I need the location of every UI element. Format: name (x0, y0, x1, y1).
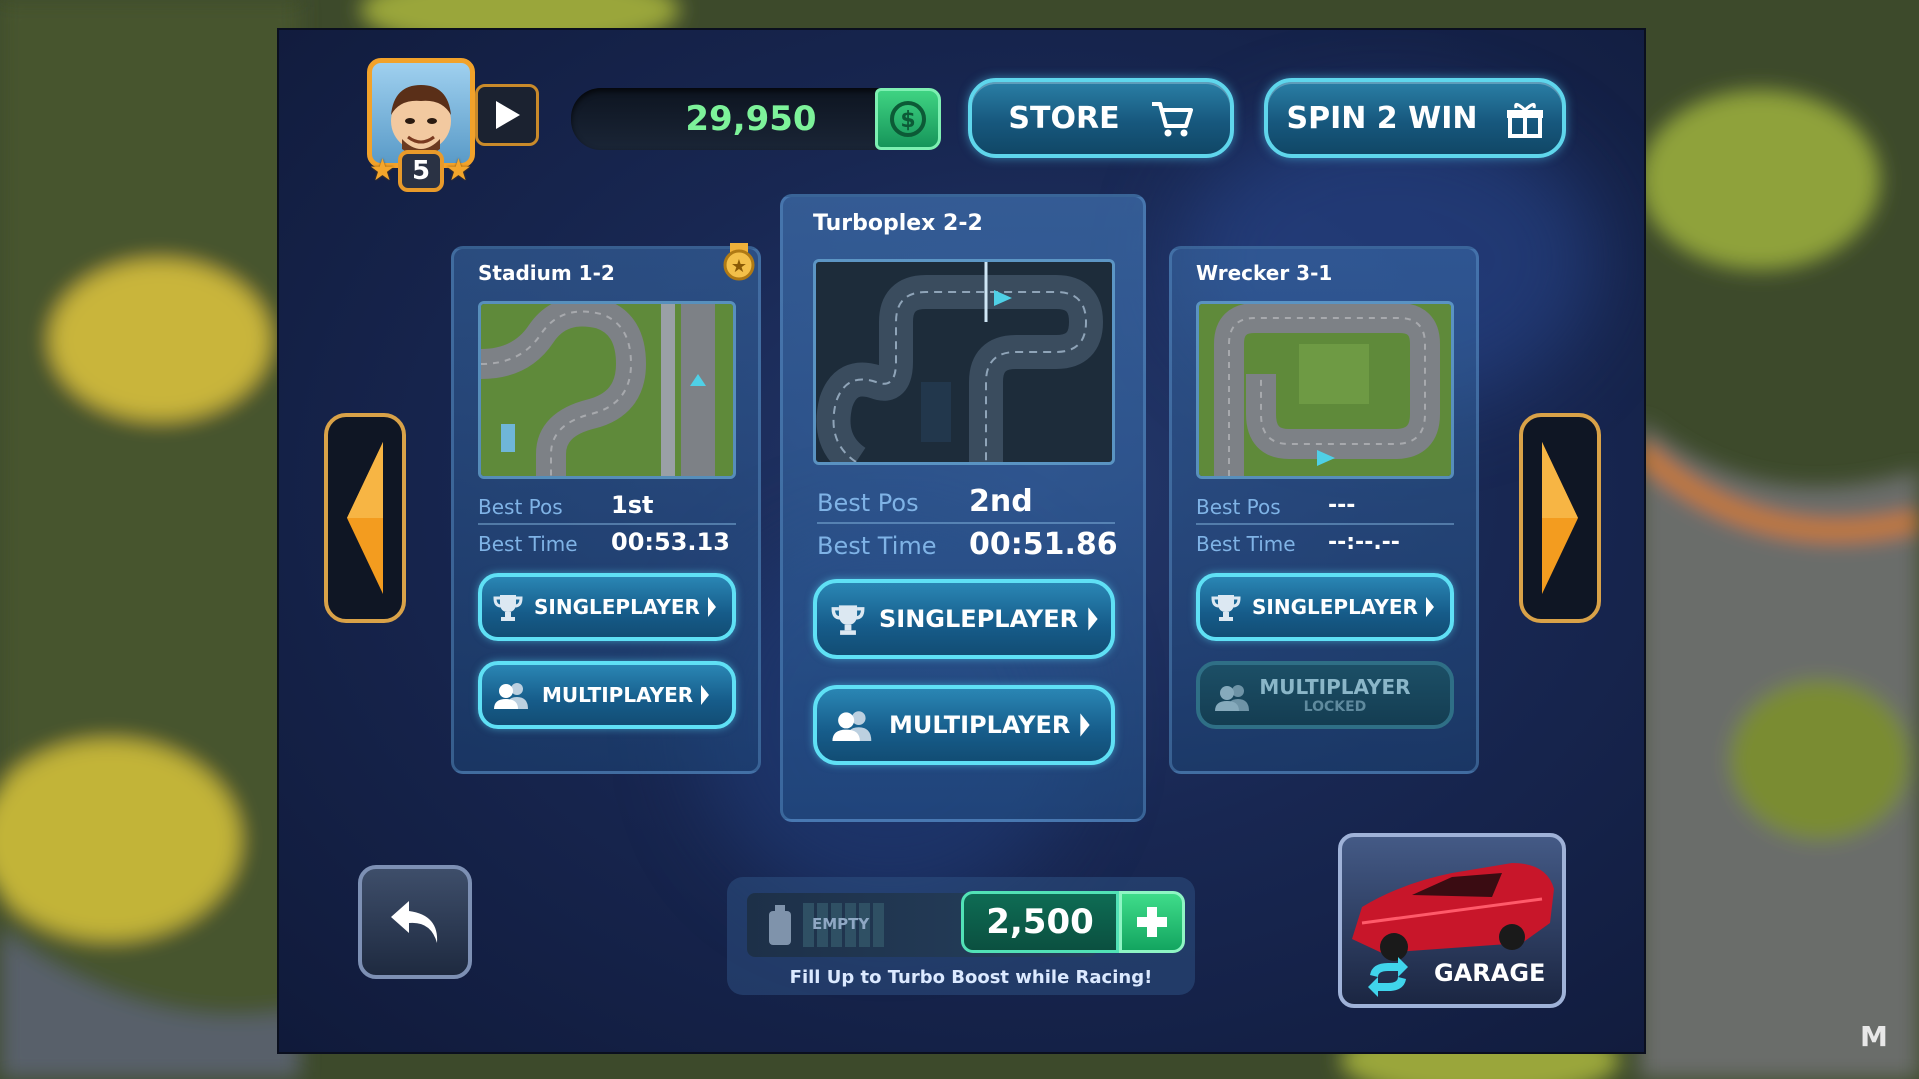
fuel-hint: Fill Up to Turbo Boost while Racing! (789, 967, 1153, 988)
coin-icon: $ (890, 101, 926, 137)
channel-watermark: M (1860, 1020, 1888, 1053)
garage-label: GARAGE (1434, 959, 1546, 987)
divider (1196, 523, 1454, 525)
best-time-label: Best Time (1196, 532, 1296, 556)
singleplayer-label: SINGLEPLAYER (534, 595, 700, 619)
singleplayer-label: SINGLEPLAYER (1252, 595, 1418, 619)
refresh-icon (1368, 957, 1408, 997)
player-level-badge: 5 (398, 150, 444, 192)
multiplayer-locked-button[interactable]: MULTIPLAYER LOCKED (1196, 661, 1454, 729)
refuel-button[interactable] (1119, 891, 1185, 953)
game-screen: ★ ★ 5 29,950 $ STORE SPIN 2 WIN Stadium … (277, 28, 1646, 1054)
multiplayer-label: MULTIPLAYER (1259, 675, 1411, 699)
gift-icon (1506, 103, 1543, 138)
divider (478, 523, 736, 525)
refuel-price[interactable]: 2,500 (961, 891, 1119, 953)
best-time-label: Best Time (478, 532, 578, 556)
coin-amount: 29,950 (685, 99, 817, 139)
singleplayer-label: SINGLEPLAYER (879, 605, 1079, 633)
star-icon: ★ (369, 153, 396, 188)
best-pos-label: Best Pos (478, 495, 563, 519)
next-track-button[interactable] (1519, 413, 1601, 623)
store-label: STORE (1008, 100, 1120, 136)
best-time-label: Best Time (817, 532, 937, 560)
store-button[interactable]: STORE (968, 78, 1234, 158)
buy-coins-button[interactable]: $ (875, 88, 941, 150)
multiplayer-label: MULTIPLAYER (542, 683, 694, 707)
avatar-face-icon (391, 85, 451, 156)
players-icon (1214, 683, 1252, 715)
chevron-right-icon (1424, 595, 1436, 619)
best-time-value: --:--.-- (1328, 530, 1400, 555)
arrow-right-icon (1542, 442, 1578, 594)
trophy-icon (1200, 592, 1252, 622)
chevron-right-icon (699, 683, 711, 707)
singleplayer-button[interactable]: SINGLEPLAYER (1196, 573, 1454, 641)
previous-track-button[interactable] (324, 413, 406, 623)
best-pos-value: 2nd (969, 484, 1033, 519)
back-button[interactable] (358, 865, 472, 979)
track-map (1199, 304, 1451, 476)
divider (817, 522, 1115, 524)
undo-icon (391, 901, 438, 943)
medal-icon: ★ (723, 243, 755, 281)
profile-play-button[interactable] (475, 84, 539, 146)
track-map (816, 262, 1112, 462)
star-icon: ★ (445, 153, 472, 188)
track-preview-stadium[interactable] (478, 301, 736, 479)
svg-text:$: $ (900, 108, 915, 133)
best-time-value: 00:53.13 (611, 528, 730, 556)
car-image (1352, 863, 1554, 961)
fuel-status: EMPTY (812, 915, 870, 933)
players-icon (482, 681, 542, 709)
trophy-icon (482, 592, 534, 622)
locked-status: LOCKED (1303, 699, 1367, 715)
fuel-can-icon (769, 905, 791, 945)
play-icon (496, 101, 520, 129)
track-title: Stadium 1-2 (478, 261, 615, 285)
track-map (481, 304, 733, 476)
players-icon (817, 709, 889, 741)
best-time-value: 00:51.86 (969, 527, 1118, 562)
chevron-right-icon (1078, 711, 1092, 739)
garage-button[interactable]: GARAGE (1338, 833, 1566, 1008)
plus-icon (1137, 907, 1167, 937)
singleplayer-button[interactable]: SINGLEPLAYER (813, 579, 1115, 659)
cart-icon (1151, 102, 1193, 137)
track-title: Turboplex 2-2 (813, 211, 983, 236)
chevron-right-icon (706, 595, 718, 619)
best-pos-value: 1st (611, 491, 654, 519)
multiplayer-button[interactable]: MULTIPLAYER (813, 685, 1115, 765)
track-preview-wrecker[interactable] (1196, 301, 1454, 479)
spin-label: SPIN 2 WIN (1286, 100, 1478, 136)
best-pos-label: Best Pos (817, 489, 919, 517)
track-card-turboplex: Turboplex 2-2 Best Pos 2nd Best Time 00:… (780, 194, 1146, 822)
spin-to-win-button[interactable]: SPIN 2 WIN (1264, 78, 1566, 158)
multiplayer-button[interactable]: MULTIPLAYER (478, 661, 736, 729)
player-level: 5 (411, 156, 431, 186)
track-title: Wrecker 3-1 (1196, 261, 1333, 285)
best-pos-value: --- (1328, 493, 1356, 518)
multiplayer-label: MULTIPLAYER (889, 711, 1071, 739)
singleplayer-button[interactable]: SINGLEPLAYER (478, 573, 736, 641)
best-pos-label: Best Pos (1196, 495, 1281, 519)
fuel-panel: EMPTY 2,500 Fill Up to Turbo Boost while… (727, 877, 1195, 995)
track-card-stadium: Stadium 1-2 ★ Best Pos 1st Best Time 00:… (451, 243, 761, 774)
arrow-left-icon (347, 442, 383, 594)
chevron-right-icon (1086, 605, 1100, 633)
track-preview-turboplex[interactable] (813, 259, 1115, 465)
track-card-wrecker: Wrecker 3-1 Best Pos --- Best Time --:--… (1169, 246, 1479, 774)
svg-text:★: ★ (731, 256, 747, 277)
trophy-icon (817, 602, 879, 636)
